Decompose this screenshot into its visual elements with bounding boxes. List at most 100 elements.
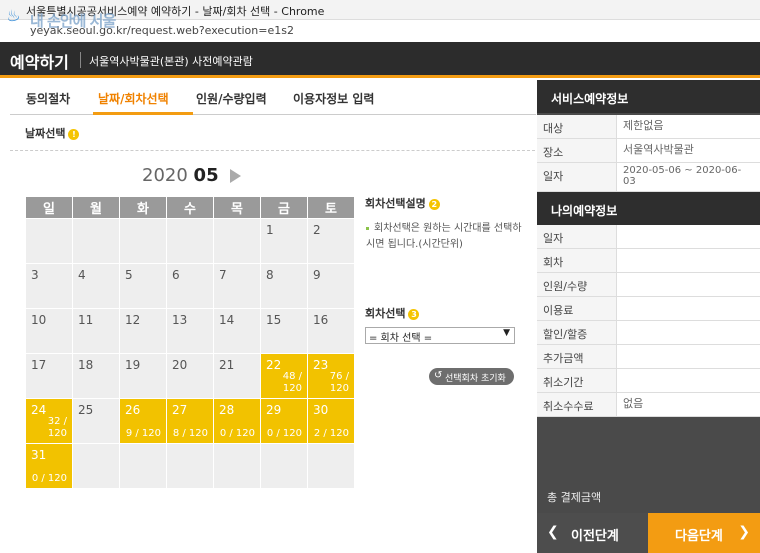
round-info-label: 회차선택설명 <box>365 197 426 210</box>
calendar-month: 05 <box>193 165 219 186</box>
day-number: 14 <box>219 313 235 327</box>
day-number: 29 <box>266 403 282 417</box>
calendar-day: 25 <box>72 398 120 444</box>
calendar-day: 2 <box>307 218 355 264</box>
day-number: 4 <box>78 268 86 282</box>
calendar-day: 5 <box>119 263 167 309</box>
day-number: 15 <box>266 313 282 327</box>
reset-round-label: 선택회차 초기화 <box>445 374 506 384</box>
calendar-day: 16 <box>307 308 355 354</box>
round-select-label: 회차선택 <box>365 307 406 320</box>
header-subtitle: 서울역사박물관(본관) 사전예약관람 <box>89 55 253 68</box>
weekday-header: 일 <box>25 196 73 219</box>
seoul-logo-icon: ♨ <box>4 4 23 27</box>
calendar-day: 21 <box>213 353 261 399</box>
day-number: 20 <box>172 358 188 372</box>
section-divider <box>10 150 535 151</box>
info-row-value: 제한없음 <box>623 119 664 132</box>
info-row-key-cell: 추가금액 <box>537 345 617 368</box>
day-number: 5 <box>125 268 133 282</box>
day-number: 12 <box>125 313 141 327</box>
calendar-day: 12 <box>119 308 167 354</box>
info-row: 일자 <box>537 225 760 249</box>
calendar-day-available[interactable]: 29 0 / 120 <box>260 398 308 444</box>
calendar-day: 14 <box>213 308 261 354</box>
step-quantity[interactable]: 인원/수량입력 <box>196 90 267 107</box>
reservation-summary-panel: 서비스예약정보 대상 제한없음 장소 서울역사박물관 일자 2020-05-06 ~ 20… <box>537 80 760 553</box>
header-brand: 예약하기 <box>10 53 69 72</box>
info-row: 대상 제한없음 <box>537 115 760 139</box>
calendar-day: 6 <box>166 263 214 309</box>
calendar-day <box>213 443 261 489</box>
calendar-day <box>166 443 214 489</box>
day-number: 30 <box>313 403 329 417</box>
info-row-key: 일자 <box>543 232 564 245</box>
day-number: 19 <box>125 358 141 372</box>
day-number: 21 <box>219 358 235 372</box>
day-number: 1 <box>266 223 274 237</box>
info-row: 일자 2020-05-06 ~ 2020-06-03 <box>537 163 760 192</box>
calendar-day-available[interactable]: 22 48 / 120 <box>260 353 308 399</box>
info-row-key-cell: 취소기간 <box>537 369 617 392</box>
day-number: 25 <box>78 403 94 417</box>
calendar-day-available[interactable]: 27 8 / 120 <box>166 398 214 444</box>
calendar-day <box>166 218 214 264</box>
day-number: 9 <box>313 268 321 282</box>
calendar-day: 13 <box>166 308 214 354</box>
calendar-day: 17 <box>25 353 73 399</box>
calendar-day-available[interactable]: 24 32 / 120 <box>25 398 73 444</box>
round-select-dropdown[interactable]: = 회차 선택 = ▼ <box>365 327 515 344</box>
day-capacity: 9 / 120 <box>125 428 161 439</box>
month-navigator: 2020 05 <box>142 165 242 186</box>
info-row-key-cell: 회차 <box>537 249 617 272</box>
calendar-day-available[interactable]: 26 9 / 120 <box>119 398 167 444</box>
day-number: 13 <box>172 313 188 327</box>
prev-step-button[interactable]: ❮ 이전단계 <box>537 513 648 553</box>
calendar-day-available[interactable]: 23 76 / 120 <box>307 353 355 399</box>
prev-step-label: 이전단계 <box>571 529 619 544</box>
day-number: 8 <box>266 268 274 282</box>
calendar-day: 18 <box>72 353 120 399</box>
round-select-heading: 회차선택 3 <box>365 305 420 321</box>
next-step-button[interactable]: 다음단계 ❯ <box>648 513 760 553</box>
step-date-round[interactable]: 날짜/회차선택 <box>98 90 169 107</box>
calendar-year: 2020 <box>142 165 188 186</box>
step-user-info[interactable]: 이용자정보 입력 <box>293 90 374 107</box>
info-row-key-cell: 할인/할증 <box>537 321 617 344</box>
info-row: 인원/수량 <box>537 273 760 297</box>
calendar-day-available[interactable]: 28 0 / 120 <box>213 398 261 444</box>
calendar-legend <box>25 526 355 532</box>
round-info-text: 회차선택은 원하는 시간대를 선택하시면 됩니다.(시간단위) <box>366 221 526 253</box>
calendar-day-available[interactable]: 30 2 / 120 <box>307 398 355 444</box>
reset-round-button[interactable]: ↺ 선택회차 초기화 <box>429 368 514 385</box>
weekday-header: 목 <box>213 196 261 219</box>
info-row-key: 할인/할증 <box>543 328 588 341</box>
calendar-day: 7 <box>213 263 261 309</box>
calendar-day <box>307 443 355 489</box>
round-info-description: 회차선택은 원하는 시간대를 선택하시면 됩니다.(시간단위) <box>366 223 522 250</box>
bullet-icon <box>366 226 369 230</box>
next-month-icon[interactable] <box>230 169 242 183</box>
day-capacity: 0 / 120 <box>219 428 255 439</box>
day-number: 17 <box>31 358 47 372</box>
calendar-day-available[interactable]: 31 0 / 120 <box>25 443 73 489</box>
round-info-heading: 회차선택설명 2 <box>365 195 440 211</box>
calendar-week-row: 31 0 / 120 <box>25 443 355 489</box>
calendar-day <box>72 218 120 264</box>
next-step-label: 다음단계 <box>675 529 723 544</box>
weekday-header: 월 <box>72 196 120 219</box>
calendar-day: 8 <box>260 263 308 309</box>
day-number: 2 <box>313 223 321 237</box>
day-number: 31 <box>31 448 47 462</box>
calendar-day <box>119 218 167 264</box>
calendar-day <box>119 443 167 489</box>
info-row-key-cell: 일자 <box>537 225 617 248</box>
weekday-header: 화 <box>119 196 167 219</box>
date-select-label: 날짜선택 <box>25 127 66 140</box>
round-info-badge-icon: 2 <box>428 198 440 210</box>
reset-icon: ↺ <box>434 370 443 381</box>
my-info-title: 나의예약정보 <box>551 204 618 218</box>
step-consent[interactable]: 동의절차 <box>26 90 70 107</box>
total-amount-label: 총 결제금액 <box>547 491 602 504</box>
calendar-day: 20 <box>166 353 214 399</box>
